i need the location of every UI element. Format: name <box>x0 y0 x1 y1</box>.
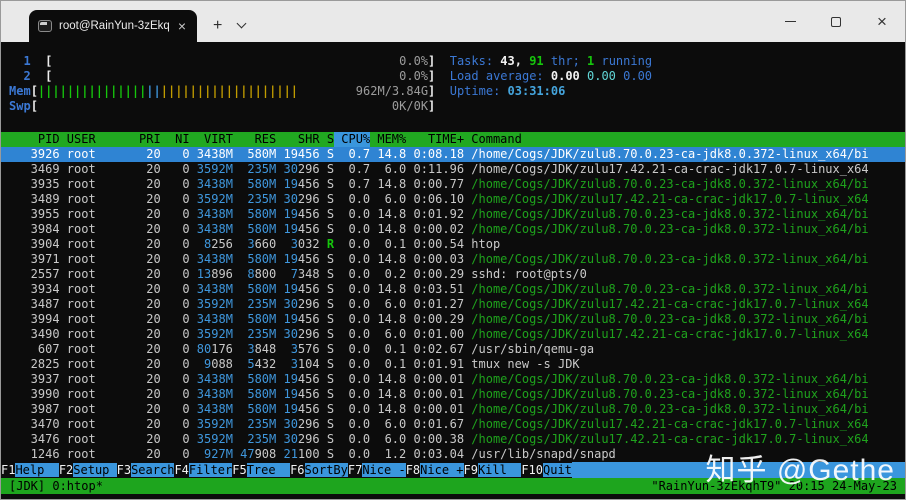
cpu1-meter: 1 [0.0%] <box>9 54 436 68</box>
col-header-virt[interactable]: VIRT <box>190 132 233 147</box>
terminal-window: root@RainYun-3zEkqhT9: /ho × + × 1 [0.0%… <box>0 0 906 500</box>
process-row-3904[interactable]: 3904 root 20 0 8256 3660 3032 R 0.0 0.1 0:00.54 hto… <box>1 237 905 252</box>
process-row-3926[interactable]: 3926 root 20 0 3438M 580M 19456 S 0.7 14.8 0:08.18… <box>1 147 905 162</box>
process-row-3490[interactable]: 3490 root 20 0 3592M 235M 30296 S 0.0 6.0 0:01.00/… <box>1 327 905 342</box>
stats-panel: Tasks: 43, 91 thr; 1 running Load average… <box>450 54 652 114</box>
tmux-session-info: [JDK] 0:htop* <box>9 479 103 493</box>
col-header-cpu%[interactable]: CPU% <box>334 132 371 147</box>
col-header-time+[interactable]: TIME+ <box>406 132 464 147</box>
fkey-f1-help[interactable]: F1Help <box>1 462 59 478</box>
process-row-3935[interactable]: 3935 root 20 0 3438M 580M 19456 S 0.7 14.8 0:00.77… <box>1 177 905 192</box>
maximize-button[interactable] <box>813 1 859 42</box>
fkey-f8-nice-+[interactable]: F8Nice + <box>406 462 464 478</box>
terminal-screen[interactable]: 1 [0.0%] 2 [0.0%] Mem[|||||||||||||||||||… <box>1 42 905 499</box>
process-row-3955[interactable]: 3955 root 20 0 3438M 580M 19456 S 0.0 14.8 0:01.92… <box>1 207 905 222</box>
process-table: 3926 root 20 0 3438M 580M 19456 S 0.7 14.8 0:08.18… <box>1 147 905 462</box>
col-header-shr[interactable]: SHR <box>276 132 320 147</box>
process-row-3469[interactable]: 3469 root 20 0 3592M 235M 30296 S 0.7 6.0 0:11.96/… <box>1 162 905 177</box>
col-header-user[interactable]: USER <box>67 132 132 147</box>
watermark: 知乎 @Gethe <box>705 454 895 487</box>
swp-meter: Swp[0K/0K] <box>9 99 436 113</box>
col-header-res[interactable]: RES <box>233 132 277 147</box>
new-tab-button[interactable]: + <box>213 18 222 34</box>
fkey-f7-nice--[interactable]: F7Nice - <box>348 462 406 478</box>
process-row-3994[interactable]: 3994 root 20 0 3438M 580M 19456 S 0.0 14.8 0:00.29… <box>1 312 905 327</box>
mem-meter: Mem[||||||||||||||||||||||||||||||||||||… <box>9 84 436 98</box>
process-row-3990[interactable]: 3990 root 20 0 3438M 580M 19456 S 0.0 14.8 0:00.01… <box>1 387 905 402</box>
process-row-2557[interactable]: 2557 root 20 0 13896 8800 7348 S 0.0 0.2 0:00.29 ss… <box>1 267 905 282</box>
window-controls: × <box>767 1 905 42</box>
close-button[interactable]: × <box>859 1 905 42</box>
col-header-ni[interactable]: NI <box>161 132 189 147</box>
terminal-icon <box>38 20 52 32</box>
process-row-3470[interactable]: 3470 root 20 0 3592M 235M 30296 S 0.0 6.0 0:01.67/… <box>1 417 905 432</box>
process-table-header: PID USER PRI NI VIRT RES SHR S CPU% MEM% TIME+ Comm… <box>1 132 905 147</box>
tab-close-icon[interactable]: × <box>176 19 188 33</box>
stats-line-1: Load average: 0.00 0.00 0.00 <box>449 69 653 83</box>
fkey-f3-search[interactable]: F3Search <box>117 462 175 478</box>
process-row-3487[interactable]: 3487 root 20 0 3592M 235M 30296 S 0.0 6.0 0:01.27/… <box>1 297 905 312</box>
process-row-3971[interactable]: 3971 root 20 0 3438M 580M 19456 S 0.0 14.8 0:00.03… <box>1 252 905 267</box>
process-row-3987[interactable]: 3987 root 20 0 3438M 580M 19456 S 0.0 14.8 0:00.01… <box>1 402 905 417</box>
col-header-pid[interactable]: PID <box>9 132 60 147</box>
process-row-3984[interactable]: 3984 root 20 0 3438M 580M 19456 S 0.0 14.8 0:00.02… <box>1 222 905 237</box>
minimize-button[interactable] <box>767 1 813 42</box>
process-row-3937[interactable]: 3937 root 20 0 3438M 580M 19456 S 0.0 14.8 0:00.01… <box>1 372 905 387</box>
fkey-f6-sortby[interactable]: F6SortBy <box>290 462 348 478</box>
fkey-f4-filter[interactable]: F4Filter <box>174 462 233 478</box>
col-header-s[interactable]: S <box>320 132 334 147</box>
stats-line-2: Uptime: 03:31:06 <box>449 84 566 98</box>
col-header-mem%[interactable]: MEM% <box>370 132 406 147</box>
tab-title: root@RainYun-3zEkqhT9: /ho <box>59 20 169 32</box>
fkey-f5-tree[interactable]: F5Tree <box>232 462 291 478</box>
terminal-tab[interactable]: root@RainYun-3zEkqhT9: /ho × <box>29 10 197 42</box>
process-row-607[interactable]: 607 root 20 0 80176 3848 3576 S 0.0 0.1 0:02.67/us… <box>1 342 905 357</box>
fkey-f2-setup[interactable]: F2Setup <box>59 462 117 478</box>
process-row-3934[interactable]: 3934 root 20 0 3438M 580M 19456 S 0.0 14.8 0:03.51… <box>1 282 905 297</box>
col-header-command[interactable]: Command <box>471 132 522 147</box>
htop-header: 1 [0.0%] 2 [0.0%] Mem[|||||||||||||||||||… <box>1 54 905 114</box>
process-row-2825[interactable]: 2825 root 20 0 9088 5432 3104 S 0.0 0.1 0:01.91 tmu… <box>1 357 905 372</box>
meter-panel: 1 [0.0%] 2 [0.0%] Mem[|||||||||||||||||||… <box>9 54 435 114</box>
process-row-3489[interactable]: 3489 root 20 0 3592M 235M 30296 S 0.0 6.0 0:06.10/… <box>1 192 905 207</box>
fkey-f9-kill[interactable]: F9Kill <box>464 462 522 478</box>
tab-dropdown-icon[interactable] <box>236 18 247 34</box>
fkey-f10-quit[interactable]: F10Quit <box>521 462 572 478</box>
titlebar: root@RainYun-3zEkqhT9: /ho × + × <box>1 1 905 42</box>
stats-line-0: Tasks: 43, 91 thr; 1 running <box>449 54 653 68</box>
cpu2-meter: 2 [0.0%] <box>9 69 436 83</box>
col-header-pri[interactable]: PRI <box>132 132 161 147</box>
